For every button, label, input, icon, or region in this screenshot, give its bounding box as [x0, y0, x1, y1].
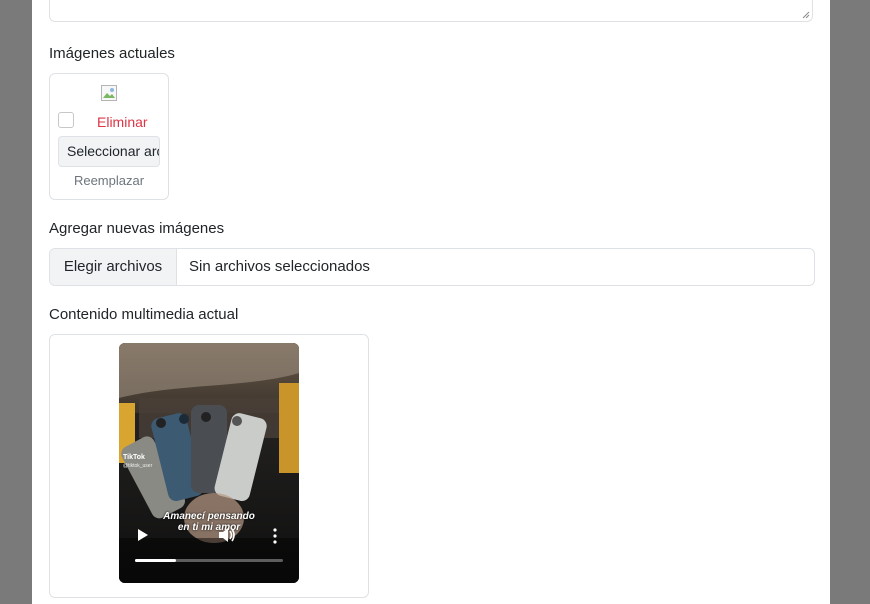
broken-image-icon — [101, 85, 117, 101]
tiktok-username: @tiktok_user — [123, 463, 153, 469]
current-images-label: Imágenes actuales — [49, 45, 175, 62]
current-image-card: Eliminar Seleccionar archivo Reemplazar — [49, 73, 169, 200]
volume-icon[interactable] — [218, 527, 236, 543]
media-card: TikTok @tiktok_user Amanecí pensando en … — [49, 334, 369, 598]
replace-label: Reemplazar — [73, 173, 145, 188]
more-options-icon[interactable] — [272, 528, 278, 544]
delete-checkbox[interactable] — [58, 112, 74, 128]
new-images-label: Agregar nuevas imágenes — [49, 220, 225, 237]
choose-files-button[interactable]: Elegir archivos — [50, 249, 177, 285]
new-images-file-input[interactable]: Elegir archivos Sin archivos seleccionad… — [49, 248, 815, 286]
video-player[interactable]: TikTok @tiktok_user Amanecí pensando en … — [119, 343, 299, 583]
tiktok-logo: TikTok — [123, 454, 145, 461]
media-label: Contenido multimedia actual — [49, 306, 239, 323]
video-caption-line-1: Amanecí pensando — [163, 511, 255, 522]
play-icon[interactable] — [137, 528, 149, 542]
video-progress-bar[interactable] — [135, 559, 283, 562]
modal-dialog: Imágenes actuales Eliminar Seleccionar a… — [32, 0, 830, 604]
replace-file-input[interactable]: Seleccionar archivo — [58, 136, 160, 167]
no-files-status: Sin archivos seleccionados — [189, 258, 370, 275]
resize-grip-icon[interactable] — [802, 11, 810, 19]
description-textarea[interactable] — [49, 0, 813, 22]
video-progress-fill — [135, 559, 177, 562]
delete-label[interactable]: Eliminar — [97, 114, 148, 130]
